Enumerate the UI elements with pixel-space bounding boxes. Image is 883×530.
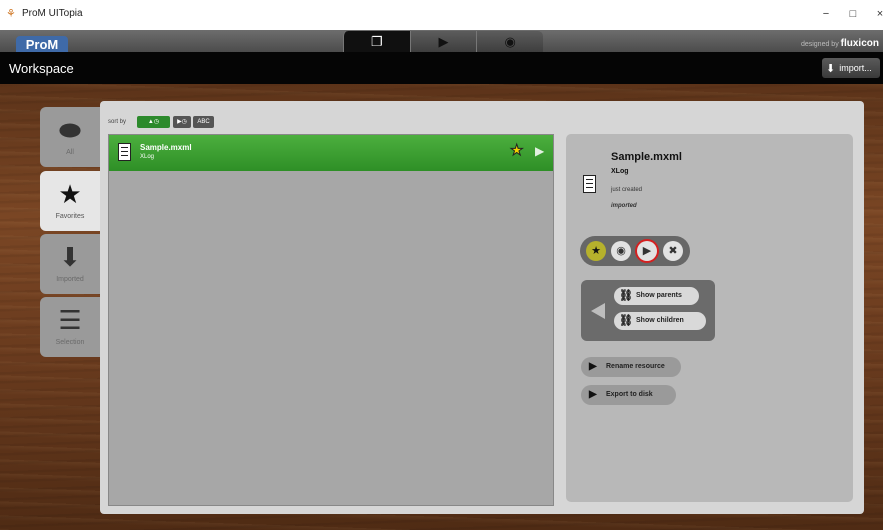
tab-label: Favorites xyxy=(55,213,85,220)
import-icon: ⬇ xyxy=(59,242,81,272)
parents-icon: ⛓ xyxy=(619,290,633,302)
relations-box: ⛓ Show parents ⛓ Show children xyxy=(581,280,715,341)
back-arrow-icon xyxy=(591,303,605,319)
page-title: Workspace xyxy=(9,61,74,76)
tab-label: Selection xyxy=(55,339,85,346)
show-children-label: Show children xyxy=(636,317,684,324)
tab-selection[interactable]: ☰ Selection xyxy=(40,297,100,357)
window-title: ProM UITopia xyxy=(22,8,83,19)
fluxicon-logo: fluxicon xyxy=(840,38,879,49)
star-icon: ★ xyxy=(58,179,82,209)
play-icon[interactable]: ▶ xyxy=(535,144,544,158)
children-icon: ⛓ xyxy=(619,315,633,327)
prom-app-icon: ⚘ xyxy=(6,8,16,20)
run-play-icon[interactable]: ▶ xyxy=(637,241,657,261)
view-eye-icon[interactable]: ◉ xyxy=(611,241,631,261)
tab-all[interactable]: ⬬ All xyxy=(40,107,100,167)
sort-by-name-button[interactable]: ABC xyxy=(193,116,214,128)
views-view-tab[interactable]: ◉ xyxy=(476,31,544,52)
maximize-button[interactable]: □ xyxy=(843,6,863,22)
export-label: Export to disk xyxy=(606,391,653,398)
sort-by-access-button[interactable]: ▶◷ xyxy=(173,116,191,128)
import-button[interactable]: ⬇ import... xyxy=(822,58,880,78)
resource-type: XLog xyxy=(140,154,155,160)
tab-favorites[interactable]: ★ Favorites xyxy=(40,171,100,231)
designed-by-credit: designed by fluxicon xyxy=(801,38,879,49)
export-to-disk-button[interactable]: ▶ Export to disk xyxy=(581,385,676,405)
document-icon xyxy=(118,143,131,161)
prom-logo: ProM xyxy=(16,36,68,52)
import-label: import... xyxy=(839,63,872,73)
resource-name: Sample.mxml xyxy=(140,143,192,152)
workspace-icon: ❐ xyxy=(371,33,383,49)
play-icon: ▶ xyxy=(438,33,449,49)
show-children-button[interactable]: ⛓ Show children xyxy=(614,312,706,330)
resource-list: Sample.mxml XLog ★ ▶ xyxy=(108,134,554,506)
sort-by-creation-button[interactable]: ▲◷ xyxy=(137,116,170,128)
main-panel: sort by ▲◷ ▶◷ ABC Sample.mxml XLog ★ ▶ S… xyxy=(100,101,864,514)
minimize-button[interactable]: − xyxy=(816,6,836,22)
close-button[interactable]: × xyxy=(870,6,883,22)
show-parents-button[interactable]: ⛓ Show parents xyxy=(614,287,699,305)
resource-actions: ★ ◉ ▶ ✖ xyxy=(580,236,690,266)
detail-name: Sample.mxml xyxy=(611,151,682,163)
sort-by-label: sort by xyxy=(108,119,127,125)
rename-resource-button[interactable]: ▶ Rename resource xyxy=(581,357,681,377)
detail-created: just created xyxy=(611,187,643,193)
tab-label: All xyxy=(66,149,74,156)
import-icon: ⬇ xyxy=(826,62,836,75)
resource-details: Sample.mxml XLog just created imported ★… xyxy=(566,134,853,502)
actions-view-tab[interactable]: ▶ xyxy=(409,31,477,52)
app-header: ProM ❐ ▶ ◉ designed by fluxicon xyxy=(0,30,883,52)
delete-x-icon[interactable]: ✖ xyxy=(663,241,683,261)
list-item[interactable]: Sample.mxml XLog ★ ▶ xyxy=(109,135,553,171)
designed-by-text: designed by xyxy=(800,41,839,48)
view-switch: ❐ ▶ ◉ xyxy=(343,31,544,52)
detail-type: XLog xyxy=(611,168,629,175)
database-icon: ⬬ xyxy=(58,115,82,145)
favorite-star-icon[interactable]: ★ xyxy=(586,241,606,261)
eye-icon: ◉ xyxy=(504,33,516,49)
document-icon xyxy=(583,175,596,193)
tab-imported[interactable]: ⬇ Imported xyxy=(40,234,100,294)
show-parents-label: Show parents xyxy=(636,292,682,299)
play-icon: ▶ xyxy=(589,389,597,400)
play-icon: ▶ xyxy=(589,361,597,372)
workspace-bar: Workspace ⬇ import... xyxy=(0,52,883,84)
rename-label: Rename resource xyxy=(606,363,665,370)
workspace-view-tab[interactable]: ❐ xyxy=(343,31,410,52)
favorite-star-icon[interactable]: ★ xyxy=(509,142,523,159)
selection-icon: ☰ xyxy=(58,305,82,335)
window-titlebar: ⚘ ProM UITopia − □ × xyxy=(0,0,883,30)
detail-origin: imported xyxy=(611,203,637,209)
tab-label: Imported xyxy=(56,276,84,283)
